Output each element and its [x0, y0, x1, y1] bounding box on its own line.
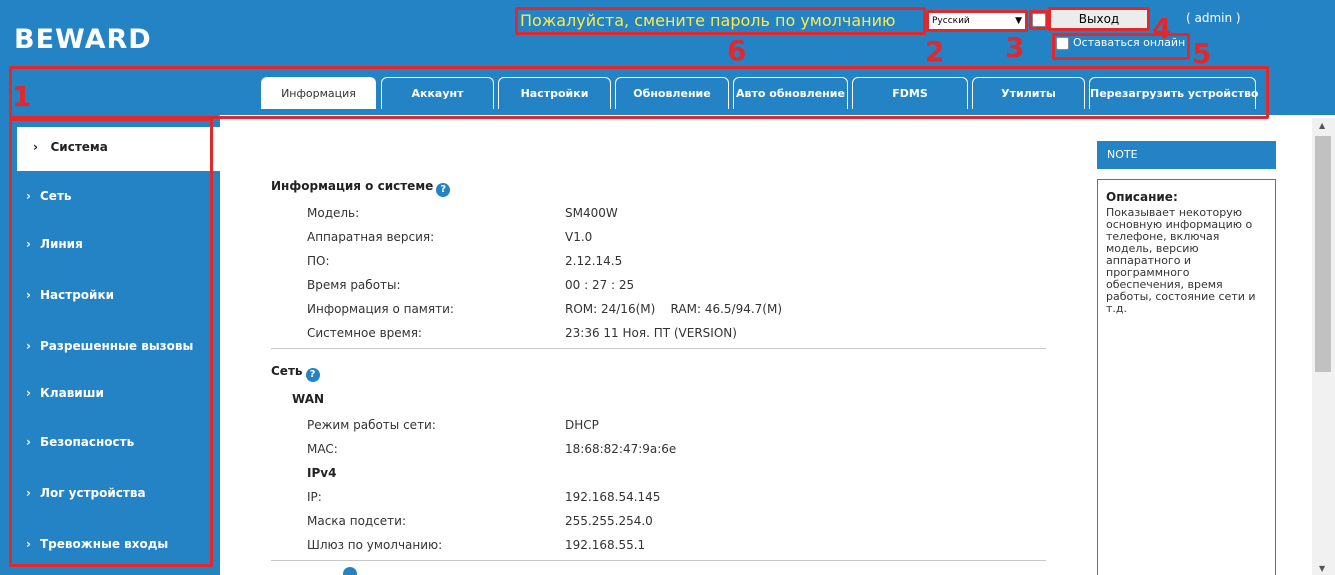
tab-info[interactable]: Информация	[261, 77, 376, 109]
gateway-value: 192.168.55.1	[565, 538, 646, 552]
chevron-right-icon: ›	[26, 288, 31, 302]
sidebar-item-device-log[interactable]: › Лог устройства	[26, 486, 146, 500]
model-label: Модель:	[307, 206, 360, 220]
gateway-label: Шлюз по умолчанию:	[307, 538, 443, 552]
language-select[interactable]: Русский ▼	[928, 12, 1026, 30]
chevron-right-icon: ›	[26, 386, 31, 400]
tab-account[interactable]: Аккаунт	[381, 77, 494, 109]
sidebar-item-line[interactable]: › Линия	[26, 237, 83, 251]
hw-version-label: Аппаратная версия:	[307, 230, 435, 244]
question-icon[interactable]: ?	[436, 183, 451, 197]
mac-label: MAC:	[307, 442, 338, 456]
system-time-label: Системное время:	[307, 326, 422, 340]
sidebar-item-settings[interactable]: › Настройки	[26, 288, 114, 302]
chevron-right-icon: ›	[26, 189, 31, 203]
sidebar-item-system[interactable]: › Система	[17, 127, 220, 171]
logout-button[interactable]: Выход	[1050, 9, 1148, 29]
chevron-right-icon: ›	[26, 537, 31, 551]
scrollbar-thumb[interactable]	[1315, 136, 1331, 372]
memory-value: ROM: 24/16(M) RAM: 46.5/94.7(M)	[565, 302, 783, 316]
tab-upgrade[interactable]: Обновление	[615, 77, 729, 109]
annotation-number-6: 6	[727, 34, 747, 67]
sidebar-item-network[interactable]: › Сеть	[26, 189, 72, 203]
scroll-up-icon[interactable]: ▲	[1319, 121, 1325, 130]
user-name: ( admin )	[1186, 11, 1241, 25]
uptime-label: Время работы:	[307, 278, 401, 292]
chevron-right-icon: ›	[26, 339, 31, 353]
ip-label: IP:	[307, 490, 322, 504]
language-value: Русский	[932, 16, 970, 26]
annotation-number-1: 1	[12, 80, 32, 113]
annotation-number-2: 2	[925, 35, 945, 68]
mac-value: 18:68:82:47:9a:6e	[565, 442, 677, 456]
network-mode-label: Режим работы сети:	[307, 418, 436, 432]
ipv4-title: IPv4	[307, 466, 337, 480]
tab-auto-upgrade[interactable]: Авто обновление	[733, 77, 848, 109]
chevron-right-icon: ›	[26, 486, 31, 500]
note-panel: Описание: Показывает некоторую основную …	[1097, 179, 1276, 575]
hw-version-value: V1.0	[565, 230, 593, 244]
sidebar-item-label: › Система	[33, 140, 108, 154]
note-header: NOTE	[1097, 141, 1276, 169]
system-info-title: Информация о системе?	[271, 179, 451, 197]
model-value: SM400W	[565, 206, 618, 220]
firmware-value: 2.12.14.5	[565, 254, 623, 268]
note-text: Показывает некоторую основную информацию…	[1106, 206, 1256, 315]
tab-settings[interactable]: Настройки	[498, 77, 611, 109]
note-title: Описание:	[1106, 190, 1178, 204]
tab-reboot[interactable]: Перезагрузить устройство	[1089, 77, 1259, 109]
chevron-right-icon: ›	[26, 435, 31, 449]
wan-title: WAN	[292, 392, 325, 406]
stay-online-checkbox[interactable]	[1056, 36, 1069, 50]
scrollbar[interactable]: ▲ ▼	[1312, 118, 1335, 575]
header-checkbox[interactable]	[1032, 13, 1046, 27]
question-icon[interactable]: ?	[305, 368, 320, 382]
sidebar-item-allowed-calls[interactable]: › Разрешенные вызовы	[26, 339, 193, 353]
logo: BEWARD	[14, 24, 152, 55]
subnet-mask-label: Маска подсети:	[307, 514, 407, 528]
page: BEWARD Пожалуйста, смените пароль по умо…	[0, 0, 1335, 575]
annotation-number-4: 4	[1152, 12, 1172, 45]
sidebar-item-keys[interactable]: › Клавиши	[26, 386, 104, 400]
firmware-label: ПО:	[307, 254, 330, 268]
sidebar-item-alarm-inputs[interactable]: › Тревожные входы	[26, 537, 168, 551]
uptime-value: 00 : 27 : 25	[565, 278, 635, 292]
sidebar-item-security[interactable]: › Безопасность	[26, 435, 134, 449]
tab-tools[interactable]: Утилиты	[972, 77, 1085, 109]
ip-value: 192.168.54.145	[565, 490, 661, 504]
divider	[271, 560, 1046, 561]
question-icon[interactable]	[343, 567, 357, 575]
network-mode-value: DHCP	[565, 418, 599, 432]
chevron-right-icon: ›	[26, 237, 31, 251]
annotation-number-5: 5	[1192, 37, 1212, 70]
memory-label: Информация о памяти:	[307, 302, 454, 316]
tab-fdms[interactable]: FDMS	[852, 77, 968, 109]
system-time-value: 23:36 11 Ноя. ПТ (VERSION)	[565, 326, 737, 340]
chevron-down-icon: ▼	[1015, 16, 1022, 26]
network-title: Сеть?	[271, 364, 320, 382]
scroll-down-icon[interactable]: ▼	[1319, 564, 1325, 573]
divider	[271, 348, 1046, 349]
change-password-warning[interactable]: Пожалуйста, смените пароль по умолчанию	[517, 9, 924, 34]
annotation-number-3: 3	[1005, 31, 1025, 64]
subnet-mask-value: 255.255.254.0	[565, 514, 653, 528]
